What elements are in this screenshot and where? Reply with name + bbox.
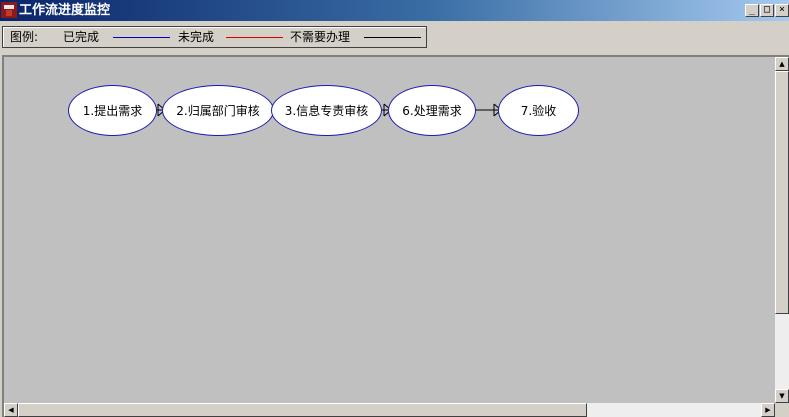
vertical-scroll-thumb[interactable] [775,71,789,314]
legend-skipped-line [364,37,421,38]
legend-skipped-label: 不需要办理 [290,30,351,44]
legend-completed-label: 已完成 [63,30,100,44]
workflow-node-1[interactable]: 1.提出需求 [68,85,157,136]
workflow-node-6[interactable]: 6.处理需求 [388,85,476,136]
workflow-node-2[interactable]: 2.归属部门审核 [162,85,274,136]
legend-pending-line [226,37,283,38]
legend-completed-line [113,37,170,38]
workflow-node-label: 7.验收 [520,104,557,118]
scroll-left-button[interactable]: ◀ [4,403,18,417]
vertical-scrollbar[interactable]: ▲ ▼ [775,57,789,403]
workflow-node-7[interactable]: 7.验收 [498,85,579,136]
scroll-up-button[interactable]: ▲ [775,57,789,71]
minimize-button[interactable]: _ [745,4,759,17]
legend-pending-label: 未完成 [178,30,215,44]
title-bar[interactable]: 工作流进度监控 _ □ × [0,0,789,21]
legend-label: 图例: [10,30,39,44]
workflow-node-label: 2.归属部门审核 [176,104,260,118]
horizontal-scroll-thumb[interactable] [18,403,587,417]
workflow-node-label: 1.提出需求 [82,104,143,118]
horizontal-scrollbar[interactable]: ◀ ▶ [4,403,775,417]
scroll-right-button[interactable]: ▶ [761,403,775,417]
scrollbar-corner [775,403,789,417]
window-title: 工作流进度监控 [19,3,111,18]
legend: 图例: 已完成 未完成 不需要办理 [2,26,427,48]
workflow-node-label: 6.处理需求 [402,104,462,118]
workflow-canvas[interactable]: 1.提出需求 2.归属部门审核 3.信息专责审核 6.处理需求 7.验收 [4,57,775,403]
scroll-down-button[interactable]: ▼ [775,389,789,403]
app-icon [1,2,17,18]
close-button[interactable]: × [775,4,789,17]
maximize-button[interactable]: □ [760,4,774,17]
workflow-node-3[interactable]: 3.信息专责审核 [271,85,382,136]
workflow-node-label: 3.信息专责审核 [284,104,369,118]
